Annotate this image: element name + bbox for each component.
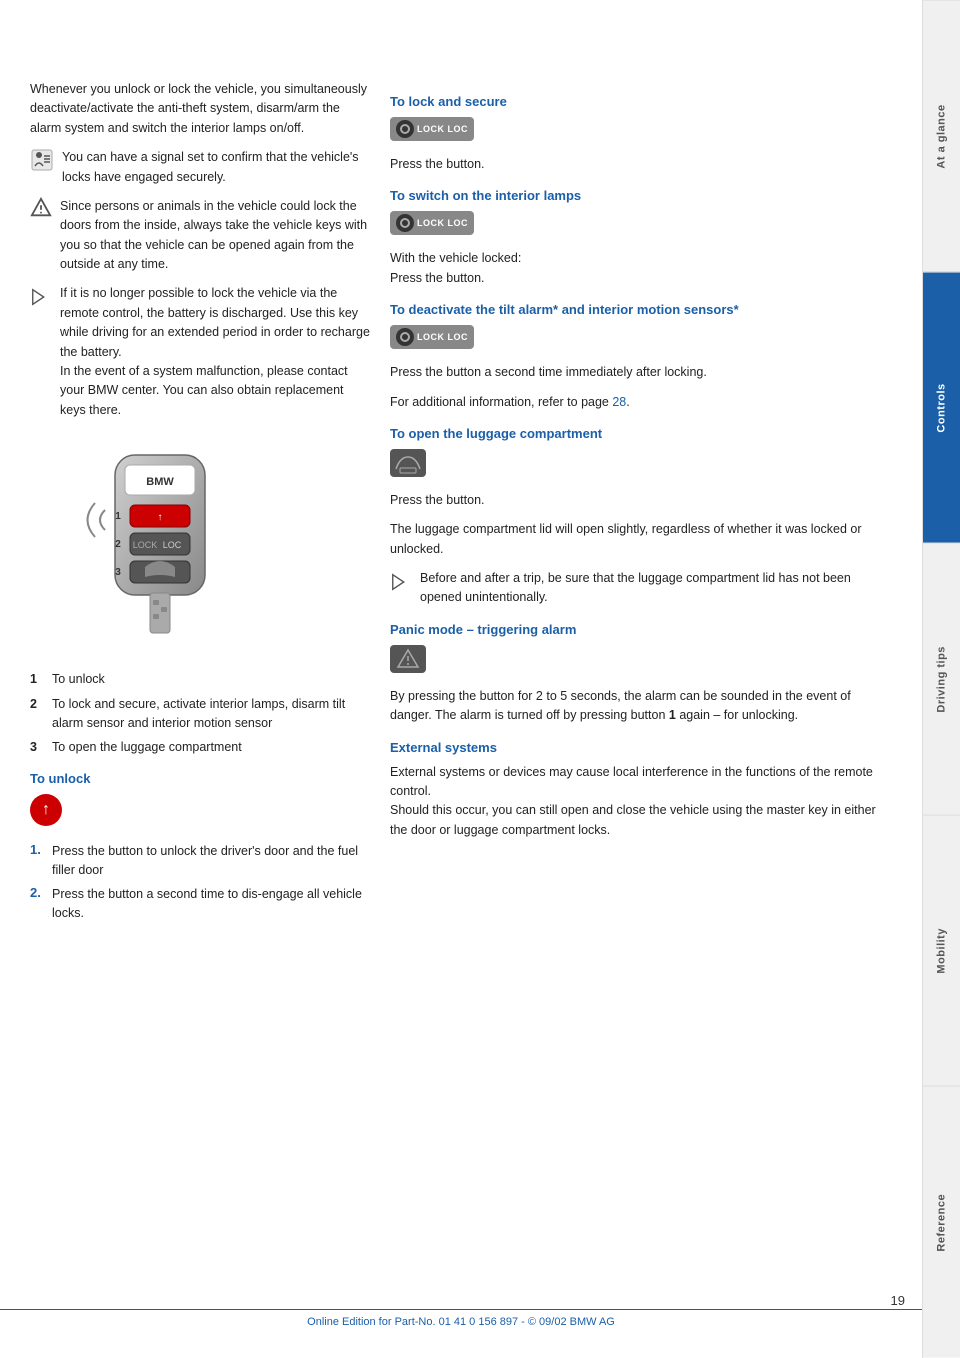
list-num-3: 3: [30, 738, 44, 757]
to-unlock-heading: To unlock: [30, 771, 370, 786]
note-icon-confirm: [30, 148, 54, 172]
note-battery-block: If it is no longer possible to lock the …: [30, 284, 370, 420]
external-systems-heading: External systems: [390, 740, 892, 755]
list-item-2: 2 To lock and secure, activate interior …: [30, 695, 370, 733]
luggage-heading: To open the luggage compartment: [390, 426, 892, 441]
lock-button-visual-1: LOCK LOC: [390, 117, 474, 141]
numbered-list: 1 To unlock 2 To lock and secure, activa…: [30, 670, 370, 757]
lock-secure-body: Press the button.: [390, 155, 892, 174]
page-footer: Online Edition for Part-No. 01 41 0 156 …: [0, 1309, 922, 1328]
tab-at-a-glance[interactable]: At a glance: [923, 0, 960, 272]
panic-button-ref: 1: [669, 708, 676, 722]
panic-mode-heading: Panic mode – triggering alarm: [390, 622, 892, 637]
luggage-button-area: [390, 449, 892, 485]
luggage-button-visual: [390, 449, 426, 477]
svg-text:LOCK: LOCK: [133, 540, 158, 550]
intro-text: Whenever you unlock or lock the vehicle,…: [30, 80, 370, 138]
tilt-alarm-body-2: For additional information, refer to pag…: [390, 393, 892, 412]
left-column: Whenever you unlock or lock the vehicle,…: [30, 80, 370, 1298]
panic-button-visual: [390, 645, 426, 673]
lock-circle-inner-3: [400, 332, 410, 342]
luggage-note-text: Before and after a trip, be sure that th…: [420, 569, 892, 608]
warning-block: Since persons or animals in the vehicle …: [30, 197, 370, 275]
page-link-28[interactable]: 28: [612, 395, 626, 409]
note-signal-text: You can have a signal set to confirm tha…: [62, 148, 370, 187]
lock-label-1: LOCK: [417, 124, 445, 134]
arrow-icon: [30, 286, 52, 308]
right-column: To lock and secure LOCK LOC Press the bu…: [390, 80, 892, 1298]
lock-button-visual-3: LOCK LOC: [390, 325, 474, 349]
tab-controls[interactable]: Controls: [923, 272, 960, 544]
page-container: Whenever you unlock or lock the vehicle,…: [0, 0, 960, 1358]
unlock-step-1-num: 1.: [30, 842, 46, 881]
tilt-alarm-heading: To deactivate the tilt alarm* and interi…: [390, 302, 892, 317]
luggage-press: Press the button.: [390, 491, 892, 510]
svg-text:LOC: LOC: [163, 540, 182, 550]
warning-text: Since persons or animals in the vehicle …: [60, 197, 370, 275]
lock-circle-inner-2: [400, 218, 410, 228]
interior-lamps-button: LOCK LOC: [390, 211, 892, 243]
footer-text: Online Edition for Part-No. 01 41 0 156 …: [307, 1316, 615, 1328]
unlock-button-area: ↑: [30, 794, 370, 834]
sidebar-right: At a glance Controls Driving tips Mobili…: [922, 0, 960, 1358]
lock-secure-heading: To lock and secure: [390, 94, 892, 109]
tab-driving-tips[interactable]: Driving tips: [923, 543, 960, 815]
luggage-note-arrow-icon: [390, 571, 412, 593]
lock-circle-3: [396, 328, 414, 346]
luggage-extra: The luggage compartment lid will open sl…: [390, 520, 892, 559]
interior-lamps-heading: To switch on the interior lamps: [390, 188, 892, 203]
lock-button-visual-2: LOCK LOC: [390, 211, 474, 235]
tab-reference[interactable]: Reference: [923, 1086, 960, 1358]
panic-mode-body: By pressing the button for 2 to 5 second…: [390, 687, 892, 726]
unlock-button-visual: ↑: [30, 794, 62, 826]
lock-circle-inner-1: [400, 124, 410, 134]
svg-text:↑: ↑: [158, 512, 163, 523]
svg-text:2: 2: [115, 539, 121, 550]
warning-icon: [30, 197, 52, 219]
tilt-alarm-body-1: Press the button a second time immediate…: [390, 363, 892, 382]
lock-label-2: LOC: [448, 124, 469, 134]
lock-secure-button: LOCK LOC: [390, 117, 892, 149]
svg-text:BMW: BMW: [146, 476, 174, 488]
list-item-1: 1 To unlock: [30, 670, 370, 689]
luggage-note: Before and after a trip, be sure that th…: [390, 569, 892, 608]
lock-label-3: LOCK: [417, 218, 445, 228]
unlock-step-1-text: Press the button to unlock the driver's …: [52, 842, 370, 881]
panic-icon: [390, 645, 426, 673]
unlock-step-1: 1. Press the button to unlock the driver…: [30, 842, 370, 881]
note-battery-text: If it is no longer possible to lock the …: [60, 284, 370, 420]
car-key-svg: BMW ↑ 1 LOCK LOC 2 3: [60, 435, 260, 655]
list-num-1: 1: [30, 670, 44, 689]
svg-text:1: 1: [115, 511, 121, 522]
unlock-step-2: 2. Press the button a second time to dis…: [30, 885, 370, 924]
tab-mobility[interactable]: Mobility: [923, 815, 960, 1087]
panic-button-area: [390, 645, 892, 681]
interior-lamps-body: With the vehicle locked: Press the butto…: [390, 249, 892, 288]
lock-label-5: LOCK: [417, 332, 445, 342]
external-systems-body: External systems or devices may cause lo…: [390, 763, 892, 841]
car-key-image: BMW ↑ 1 LOCK LOC 2 3: [60, 435, 260, 655]
page-number: 19: [891, 1293, 905, 1308]
note-signal-confirm: You can have a signal set to confirm tha…: [30, 148, 370, 187]
list-item-3: 3 To open the luggage compartment: [30, 738, 370, 757]
list-num-2: 2: [30, 695, 44, 733]
unlock-step-2-num: 2.: [30, 885, 46, 924]
unlock-arrow-icon: ↑: [42, 801, 50, 819]
luggage-icon: [390, 449, 426, 477]
lock-label-6: LOC: [448, 332, 469, 342]
lock-circle-2: [396, 214, 414, 232]
main-content: Whenever you unlock or lock the vehicle,…: [0, 0, 922, 1358]
tilt-alarm-button: LOCK LOC: [390, 325, 892, 357]
svg-text:3: 3: [115, 567, 121, 578]
lock-label-4: LOC: [448, 218, 469, 228]
lock-circle-1: [396, 120, 414, 138]
unlock-step-2-text: Press the button a second time to dis-en…: [52, 885, 370, 924]
